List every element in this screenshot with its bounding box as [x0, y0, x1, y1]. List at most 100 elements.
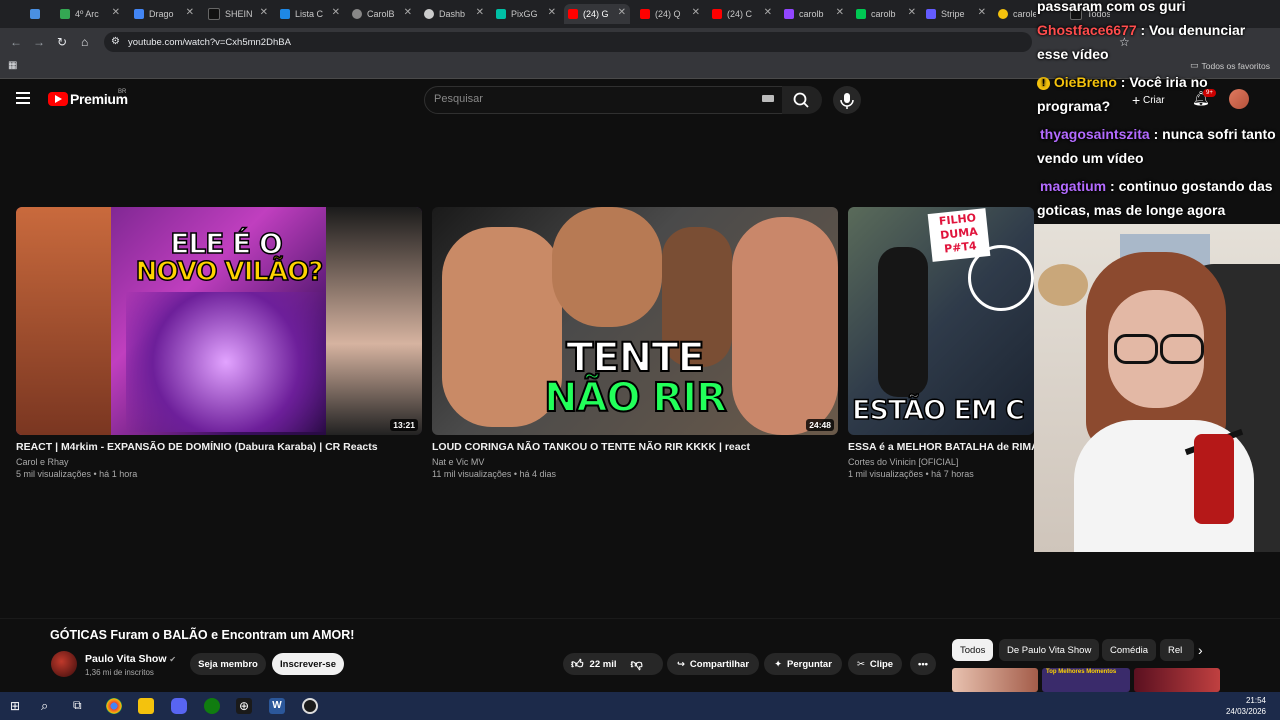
video-thumbnail-1[interactable]: ELE É O NOVO VILÃO? 13:21	[16, 207, 422, 435]
apps-grid-icon[interactable]: ▦	[8, 60, 17, 71]
like-count[interactable]: 22 mil	[590, 659, 617, 670]
share-label: Compartilhar	[689, 658, 750, 670]
app-icon[interactable]: ⊕	[236, 698, 252, 714]
tab-label: carolb	[871, 9, 896, 19]
close-tab-icon[interactable]: ✕	[332, 7, 340, 18]
task-view-icon[interactable]: ⧉	[73, 698, 82, 713]
browser-tab-5[interactable]: CarolB ✕	[352, 4, 416, 24]
reload-icon[interactable]: ↻	[57, 35, 67, 49]
ask-button[interactable]: ✦ Perguntar	[764, 653, 842, 675]
browser-tab-4[interactable]: Lista C ✕	[280, 4, 344, 24]
voice-search-button[interactable]	[833, 86, 861, 114]
browser-tab-2[interactable]: Drago ✕	[134, 4, 198, 24]
close-tab-icon[interactable]: ✕	[908, 7, 916, 18]
chip-all[interactable]: Todos	[952, 639, 994, 661]
channel-name[interactable]: Paulo Vita Show ✔	[85, 653, 176, 665]
browser-tab-6[interactable]: Dashb ✕	[424, 4, 488, 24]
video-channel-1[interactable]: Carol e Rhay	[16, 457, 69, 467]
close-tab-icon[interactable]: ✕	[260, 7, 268, 18]
video-channel-3[interactable]: Cortes do Vinicin [OFICIAL]	[848, 457, 958, 467]
file-explorer-icon[interactable]	[138, 698, 154, 714]
close-tab-icon[interactable]: ✕	[112, 7, 120, 18]
browser-tab-1[interactable]: 4º Arc ✕	[60, 4, 124, 24]
forward-icon[interactable]: →	[33, 35, 45, 49]
close-tab-icon[interactable]: ✕	[618, 7, 626, 18]
browser-tab-11[interactable]: carolb ✕	[784, 4, 848, 24]
dislike-icon[interactable]: 👎︎	[630, 657, 642, 672]
chevron-right-icon[interactable]: ›	[1198, 642, 1203, 658]
browser-tab-14[interactable]: carole	[998, 4, 1036, 24]
mini-thumbnail-2[interactable]: Top Melhores Momentos	[1042, 668, 1130, 692]
close-tab-icon[interactable]: ✕	[404, 7, 412, 18]
cam-glasses-left	[1114, 334, 1158, 364]
browser-tab-active[interactable]: (24) G ✕	[564, 4, 630, 24]
close-tab-icon[interactable]: ✕	[978, 7, 986, 18]
video-thumbnail-3[interactable]: FILHO DUMA P#T4 ESTÃO EM C	[848, 207, 1034, 435]
close-tab-icon[interactable]: ✕	[186, 7, 194, 18]
clock-date: 24/03/2026	[1225, 707, 1266, 716]
shein-icon	[208, 8, 220, 20]
video-channel-2[interactable]: Nat e Vic MV	[432, 457, 484, 467]
mini-thumbnail-1[interactable]	[952, 668, 1038, 692]
chip-comedy[interactable]: Comédia	[1102, 639, 1157, 661]
chat-username: OieBreno	[1053, 74, 1117, 90]
mini-thumbnail-3[interactable]	[1134, 668, 1220, 692]
join-membership-button[interactable]: Seja membro	[190, 653, 266, 675]
chip-related[interactable]: Rel	[1160, 639, 1194, 661]
xbox-icon[interactable]	[204, 698, 220, 714]
docs-icon	[134, 9, 144, 19]
keyboard-icon[interactable]	[762, 95, 774, 102]
browser-tab-13[interactable]: Stripe ✕	[926, 4, 990, 24]
tab-label: SHEIN	[225, 9, 253, 19]
close-tab-icon[interactable]: ✕	[836, 7, 844, 18]
clip-label: Clipe	[869, 658, 894, 670]
browser-tab-9[interactable]: (24) Q ✕	[640, 4, 704, 24]
video-title-2[interactable]: LOUD CORINGA NÃO TANKOU O TENTE NÃO RIR …	[432, 441, 750, 453]
close-tab-icon[interactable]: ✕	[548, 7, 556, 18]
like-icon[interactable]: 👍︎	[571, 657, 584, 672]
chip-channel[interactable]: De Paulo Vita Show	[999, 639, 1100, 661]
menu-hamburger-icon[interactable]	[16, 92, 30, 107]
clock-time: 21:54	[1245, 696, 1266, 705]
clip-button[interactable]: ✂ Clipe	[848, 653, 902, 675]
browser-tab-0[interactable]	[30, 4, 52, 24]
subscribe-button[interactable]: Inscrever-se	[272, 653, 344, 675]
obs-icon[interactable]	[302, 698, 318, 714]
share-button[interactable]: ↪ Compartilhar	[667, 653, 759, 675]
cloud-icon	[280, 9, 290, 19]
tab-favicon-icon	[30, 9, 40, 19]
share-icon: ↪	[676, 658, 685, 670]
close-tab-icon[interactable]: ✕	[764, 7, 772, 18]
system-clock[interactable]: 21:54 24/03/2026	[1226, 695, 1266, 717]
warning-badge-icon: !	[1037, 77, 1050, 90]
video-title-1[interactable]: REACT | M4rkim - EXPANSÃO DE DOMÍNIO (Da…	[16, 441, 378, 453]
kick-icon	[856, 9, 866, 19]
chrome-icon[interactable]	[106, 698, 122, 714]
back-icon[interactable]: ←	[10, 35, 22, 49]
thumb-text-bottom: ESTÃO EM C	[851, 394, 1026, 427]
url-text[interactable]: youtube.com/watch?v=Cxh5mn2DhBA	[128, 37, 291, 48]
video-duration: 24:48	[806, 419, 834, 431]
close-tab-icon[interactable]: ✕	[476, 7, 484, 18]
word-icon[interactable]: W	[269, 698, 285, 714]
discord-icon[interactable]	[171, 698, 187, 714]
video-thumbnail-2[interactable]: TENTE NÃO RIR 24:48	[432, 207, 838, 435]
youtube-logo-icon[interactable]	[48, 92, 68, 106]
channel-avatar[interactable]	[51, 651, 77, 677]
browser-tab-10[interactable]: (24) C ✕	[712, 4, 776, 24]
home-icon[interactable]: ⌂	[81, 35, 88, 49]
more-actions-button[interactable]: •••	[910, 653, 936, 675]
video-title-3[interactable]: ESSA é a MELHOR BATALHA de RIMA	[848, 441, 1034, 453]
verified-icon: ✔	[169, 655, 177, 664]
windows-start-icon[interactable]: ⊞	[10, 699, 20, 713]
search-button[interactable]	[782, 86, 822, 114]
site-info-icon[interactable]: ⚙	[111, 36, 120, 47]
browser-tab-7[interactable]: PixGG ✕	[496, 4, 560, 24]
more-icon: •••	[918, 658, 928, 670]
tab-label: (24) C	[727, 9, 753, 19]
browser-tab-12[interactable]: carolb ✕	[856, 4, 920, 24]
tab-label: Stripe	[941, 9, 965, 19]
browser-tab-3[interactable]: SHEIN ✕	[208, 4, 272, 24]
search-icon[interactable]: ⌕	[41, 698, 48, 714]
close-tab-icon[interactable]: ✕	[692, 7, 700, 18]
